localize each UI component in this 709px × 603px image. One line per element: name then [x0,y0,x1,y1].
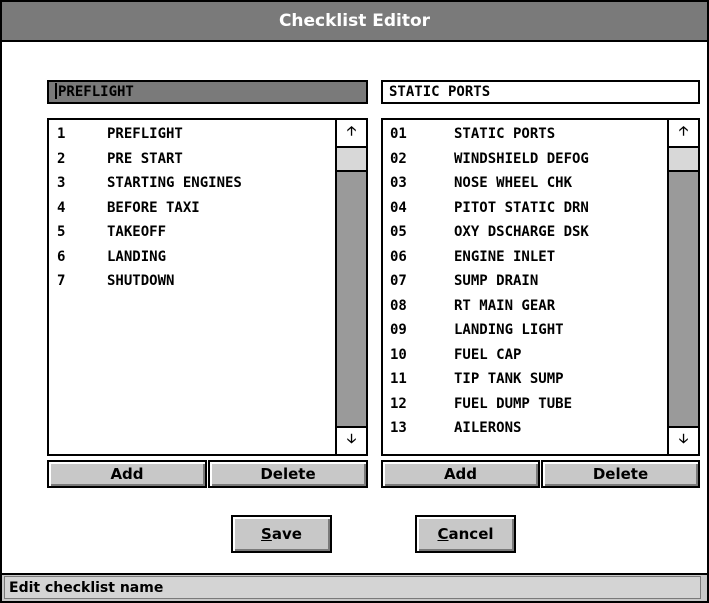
list-item-number: 10 [390,346,407,363]
list-item-number: 06 [390,248,407,265]
list-item-number: 1 [57,126,66,142]
list-item-label: TIP TANK SUMP [454,371,564,387]
list-item-label: LANDING LIGHT [454,322,564,338]
list-item-label: SHUTDOWN [107,273,175,289]
save-mnemonic: S [261,525,272,543]
list-item[interactable]: 2 PRE START [49,147,335,172]
save-label: ave [271,525,302,543]
list-item-number: 08 [390,297,407,314]
list-item[interactable]: 1 PREFLIGHT [49,122,335,147]
list-item-label: PITOT STATIC DRN [454,199,589,216]
list-item-number: 07 [390,273,407,289]
list-item-label: BEFORE TAXI [107,199,200,216]
list-item[interactable]: 13 AILERONS [383,416,667,441]
list-item[interactable]: 7 SHUTDOWN [49,269,335,294]
cancel-label: ancel [448,525,494,543]
scroll-thumb[interactable] [669,148,698,172]
text-caret [55,83,57,99]
add-checklist-button[interactable]: Add [47,460,207,488]
list-item[interactable]: 08 RT MAIN GEAR [383,294,667,319]
list-item-number: 13 [390,420,407,436]
list-item-label: STATIC PORTS [454,126,556,142]
list-item[interactable]: 07 SUMP DRAIN [383,269,667,294]
checklist-name-value: PREFLIGHT [58,84,134,100]
save-button[interactable]: Save [231,515,332,553]
checklist-list[interactable]: 1 PREFLIGHT 2 PRE START 3 STARTING ENGINES 4 BE… [47,118,368,456]
checklist-name-field[interactable]: PREFLIGHT [47,80,368,104]
status-text: Edit checklist name [4,576,701,599]
scroll-up-button[interactable]: 🡡 [337,120,366,148]
list-item-number: 04 [390,199,407,216]
list-item-label: ENGINE INLET [454,248,556,265]
list-item-number: 01 [390,126,407,142]
status-bar: Edit checklist name [2,573,707,601]
list-item-label: SUMP DRAIN [454,273,539,289]
list-item-number: 6 [57,248,66,265]
list-item[interactable]: 10 FUEL CAP [383,343,667,368]
list-item-label: PREFLIGHT [107,126,183,142]
list-item-label: NOSE WHEEL CHK [454,175,573,191]
list-item[interactable]: 09 LANDING LIGHT [383,318,667,343]
item-name-value: STATIC PORTS [389,84,491,100]
arrow-up-icon: 🡡 [678,124,689,139]
list-item-label: STARTING ENGINES [107,175,242,191]
list-item-label: WINDSHIELD DEFOG [454,150,589,167]
list-item[interactable]: 02 WINDSHIELD DEFOG [383,147,667,172]
list-item-label: RT MAIN GEAR [454,297,556,314]
list-item[interactable]: 3 STARTING ENGINES [49,171,335,196]
list-item-number: 12 [390,395,407,412]
list-item-label: FUEL CAP [454,346,522,363]
list-item-number: 7 [57,273,66,289]
list-item-number: 2 [57,150,66,167]
list-item-number: 5 [57,224,66,240]
list-item-number: 02 [390,150,407,167]
item-list[interactable]: 01 STATIC PORTS 02 WINDSHIELD DEFOG 03 NOSE W… [381,118,700,456]
scroll-thumb[interactable] [337,148,366,172]
list-item-number: 09 [390,322,407,338]
list-item-number: 11 [390,371,407,387]
window-title: Checklist Editor [2,2,707,42]
scroll-up-button[interactable]: 🡡 [669,120,698,148]
scroll-down-button[interactable]: 🡣 [337,426,366,454]
item-name-field[interactable]: STATIC PORTS [381,80,700,104]
list-item-label: PRE START [107,150,183,167]
list-item[interactable]: 06 ENGINE INLET [383,245,667,270]
list-item-label: OXY DSCHARGE DSK [454,224,589,240]
delete-item-button[interactable]: Delete [541,460,700,488]
list-item-number: 3 [57,175,66,191]
arrow-up-icon: 🡡 [346,124,357,139]
list-item-label: FUEL DUMP TUBE [454,395,573,412]
checklist-scrollbar[interactable]: 🡡 🡣 [335,120,366,454]
list-item[interactable]: 01 STATIC PORTS [383,122,667,147]
list-item[interactable]: 03 NOSE WHEEL CHK [383,171,667,196]
list-item[interactable]: 6 LANDING [49,245,335,270]
checklist-list-items: 1 PREFLIGHT 2 PRE START 3 STARTING ENGINES 4 BE… [49,122,335,294]
cancel-mnemonic: C [437,525,449,543]
cancel-button[interactable]: Cancel [415,515,516,553]
list-item[interactable]: 05 OXY DSCHARGE DSK [383,220,667,245]
delete-checklist-button[interactable]: Delete [208,460,368,488]
arrow-down-icon: 🡣 [678,432,689,447]
list-item-number: 4 [57,199,66,216]
list-item-number: 03 [390,175,407,191]
list-item-label: AILERONS [454,420,522,436]
list-item[interactable]: 04 PITOT STATIC DRN [383,196,667,221]
item-scrollbar[interactable]: 🡡 🡣 [667,120,698,454]
checklist-editor-window: Checklist Editor PREFLIGHT STATIC PORTS … [0,0,709,603]
scroll-down-button[interactable]: 🡣 [669,426,698,454]
add-item-button[interactable]: Add [381,460,540,488]
list-item-label: TAKEOFF [107,224,167,240]
list-item[interactable]: 5 TAKEOFF [49,220,335,245]
arrow-down-icon: 🡣 [346,432,357,447]
list-item[interactable]: 12 FUEL DUMP TUBE [383,392,667,417]
list-item[interactable]: 4 BEFORE TAXI [49,196,335,221]
list-item-label: LANDING [107,248,167,265]
item-list-items: 01 STATIC PORTS 02 WINDSHIELD DEFOG 03 NOSE W… [383,122,667,441]
list-item[interactable]: 11 TIP TANK SUMP [383,367,667,392]
list-item-number: 05 [390,224,407,240]
